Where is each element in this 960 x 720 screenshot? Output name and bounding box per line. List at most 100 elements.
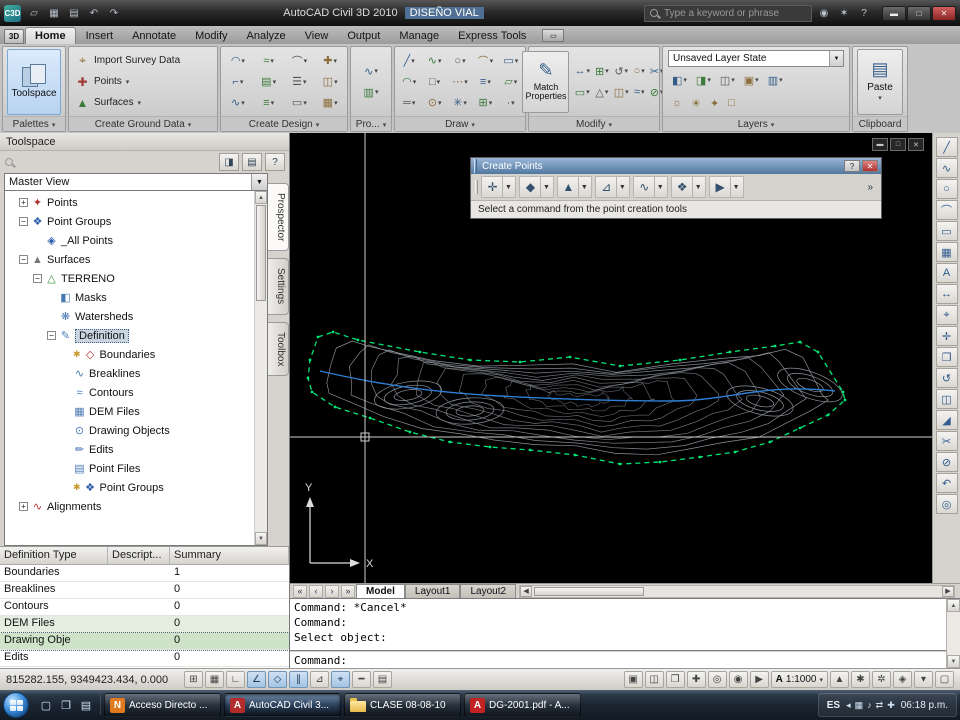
steering-wheel-icon[interactable]: ◉ xyxy=(728,671,748,688)
command-prompt[interactable]: Command: xyxy=(290,650,946,668)
dropdown-arrow-icon[interactable]: ▼ xyxy=(577,177,590,197)
expand-toggle-icon[interactable]: − xyxy=(33,274,42,283)
tree-item-contours[interactable]: ≈ Contours xyxy=(5,383,254,402)
miscellaneous-points-tool[interactable]: ✛ ▼ xyxy=(481,176,516,198)
polar-toggle[interactable]: ∠ xyxy=(247,671,266,688)
scroll-thumb[interactable] xyxy=(256,205,266,301)
dropdown-arrow-icon[interactable]: ▼ xyxy=(653,177,666,197)
annotation-autoscale-icon[interactable]: ✱ xyxy=(851,671,870,688)
autohide-icon[interactable]: ◨ xyxy=(219,153,239,171)
dropdown-arrow-icon[interactable]: ▼ xyxy=(691,177,704,197)
tab-analyze[interactable]: Analyze xyxy=(238,28,295,44)
language-bar-icon[interactable]: ▦ xyxy=(855,700,864,711)
clock[interactable]: 06:18 p.m. xyxy=(901,700,948,711)
modify-tool-button[interactable]: ≈ ▾ xyxy=(632,82,647,102)
tree-item-point-groups[interactable]: − ❖ Point Groups xyxy=(5,212,254,231)
create-points-titlebar[interactable]: Create Points ? ✕ xyxy=(471,158,881,174)
scroll-up-icon[interactable]: ▲ xyxy=(947,599,960,612)
expand-toggle-icon[interactable]: − xyxy=(47,331,56,340)
expand-toggle-icon[interactable]: − xyxy=(19,217,28,226)
rectangle-icon[interactable]: ▭ xyxy=(935,221,958,241)
side-tab-settings[interactable]: Settings xyxy=(268,258,289,315)
table-row-breaklines[interactable]: Breaklines 0 xyxy=(0,582,289,599)
dimension-icon[interactable]: ↔ xyxy=(935,284,958,304)
tab-home[interactable]: Home xyxy=(25,27,76,44)
layout-tab-layout2[interactable]: Layout2 xyxy=(460,584,517,598)
table-row-boundaries[interactable]: Boundaries 1 xyxy=(0,565,289,582)
dropdown-arrow-icon[interactable]: ▼ xyxy=(615,177,628,197)
tree-item-masks[interactable]: ◧ Masks xyxy=(5,288,254,307)
draw-tool-button[interactable]: □ ▾ xyxy=(422,72,446,92)
start-button[interactable] xyxy=(3,692,29,718)
quick-view-drawings-icon[interactable]: ❐ xyxy=(665,671,685,688)
layer-tool-button[interactable]: ◧ ▾ xyxy=(670,70,689,90)
match-properties-button[interactable]: ✎ Match Properties xyxy=(522,50,570,113)
create-design-tool-button[interactable]: ▦ ▾ xyxy=(315,93,345,113)
create-design-tool-button[interactable]: ▭ ▾ xyxy=(285,93,315,113)
create-design-tool-button[interactable]: ⌐ ▾ xyxy=(223,72,253,92)
layer-visibility-button[interactable]: □ xyxy=(726,93,737,113)
draw-tool-button[interactable]: ▱ ▾ xyxy=(499,72,523,92)
draw-tool-button[interactable]: ═ ▾ xyxy=(397,93,421,113)
hatch-icon[interactable]: ▦ xyxy=(935,242,958,262)
create-design-tool-button[interactable]: ≈ ▾ xyxy=(254,51,284,71)
previous-layout-icon[interactable]: ‹ xyxy=(309,584,323,598)
annotation-visibility-icon[interactable]: ▲ xyxy=(830,671,849,688)
dropdown-arrow-icon[interactable]: ▼ xyxy=(729,177,742,197)
horizontal-scrollbar[interactable]: ◀ ▶ xyxy=(519,584,955,598)
ducs-toggle[interactable]: ⊿ xyxy=(310,671,329,688)
table-column-header[interactable]: Definition Type xyxy=(0,547,108,564)
ribbon-minimize-button[interactable]: ▭ xyxy=(542,29,565,42)
create-design-tool-button[interactable]: ≡ ▾ xyxy=(254,93,284,113)
dyn-toggle[interactable]: ⌖ xyxy=(331,671,350,688)
explorer-icon[interactable]: ▤ xyxy=(77,695,95,715)
tree-item-edits[interactable]: ✏ Edits xyxy=(5,440,254,459)
toolbar-grip[interactable] xyxy=(474,159,477,173)
toolbar-grip[interactable] xyxy=(475,180,478,194)
search-icon[interactable] xyxy=(4,157,15,168)
panel-label-palettes[interactable]: Palettes xyxy=(3,116,65,131)
search-input[interactable] xyxy=(664,7,808,19)
draw-tool-button[interactable]: ▭ ▾ xyxy=(499,51,523,71)
table-row-drawing-obje[interactable]: Drawing Obje 0 xyxy=(0,632,290,651)
line-icon[interactable]: ╱ xyxy=(935,137,958,157)
model-button[interactable]: ▣ xyxy=(623,671,643,688)
tab-annotate[interactable]: Annotate xyxy=(123,28,185,44)
move-icon[interactable]: ✛ xyxy=(935,326,958,346)
panel-label-create-ground-data[interactable]: Create Ground Data xyxy=(69,116,217,131)
modify-tool-button[interactable]: ↺ ▾ xyxy=(612,61,631,81)
status-menu-arrow-icon[interactable]: ▾ xyxy=(914,671,933,688)
draw-tool-button[interactable]: ╱ ▾ xyxy=(397,51,421,71)
layer-state-dropdown[interactable]: Unsaved Layer State ▼ xyxy=(668,50,844,67)
points-button[interactable]: ✚ Points ▾ xyxy=(71,72,215,92)
layer-visibility-button[interactable]: ✦ xyxy=(708,93,721,113)
quick-view-layouts-icon[interactable]: ◫ xyxy=(644,671,664,688)
draw-tool-button[interactable]: ⊞ ▾ xyxy=(473,93,497,113)
layout-tab-model[interactable]: Model xyxy=(356,584,405,598)
scale-icon[interactable]: ◢ xyxy=(935,410,958,430)
taskbar-item-acceso-directo[interactable]: N Acceso Directo ... xyxy=(104,693,221,717)
alignment-points-tool[interactable]: ∿ ▼ xyxy=(632,176,668,198)
qp-toggle[interactable]: ▤ xyxy=(373,671,392,688)
tree-item-boundaries[interactable]: ✱ ◇ Boundaries xyxy=(5,345,254,364)
undo-icon[interactable]: ↶ xyxy=(935,473,958,493)
scroll-down-icon[interactable]: ▼ xyxy=(947,655,960,668)
table-row-dem-files[interactable]: DEM Files 0 xyxy=(0,616,289,633)
favorites-icon[interactable]: ✶ xyxy=(836,6,852,21)
draw-tool-button[interactable]: ◠ ▾ xyxy=(397,72,421,92)
panel-label-profile[interactable]: Pro... xyxy=(351,116,391,131)
create-design-tool-button[interactable]: ☰ ▾ xyxy=(285,72,315,92)
toolspace-button[interactable]: Toolspace xyxy=(7,48,61,115)
surface-points-tool[interactable]: ▲ ▼ xyxy=(556,176,592,198)
rotate-icon[interactable]: ↺ xyxy=(935,368,958,388)
save-icon[interactable]: ▦ xyxy=(45,5,63,21)
tree-item-terreno[interactable]: − △ TERRENO xyxy=(5,269,254,288)
draw-tool-button[interactable]: ⋯ ▾ xyxy=(448,72,472,92)
next-layout-icon[interactable]: › xyxy=(325,584,339,598)
showmotion-icon[interactable]: ▶ xyxy=(749,671,769,688)
draw-tool-button[interactable]: ≡ ▾ xyxy=(473,72,497,92)
more-tools-icon[interactable]: » xyxy=(863,182,877,193)
modify-tool-button[interactable]: ▭ ▾ xyxy=(572,82,592,102)
import-points-tool[interactable]: ❖ ▼ xyxy=(670,176,706,198)
toolbar-lock-icon[interactable]: ◈ xyxy=(893,671,912,688)
